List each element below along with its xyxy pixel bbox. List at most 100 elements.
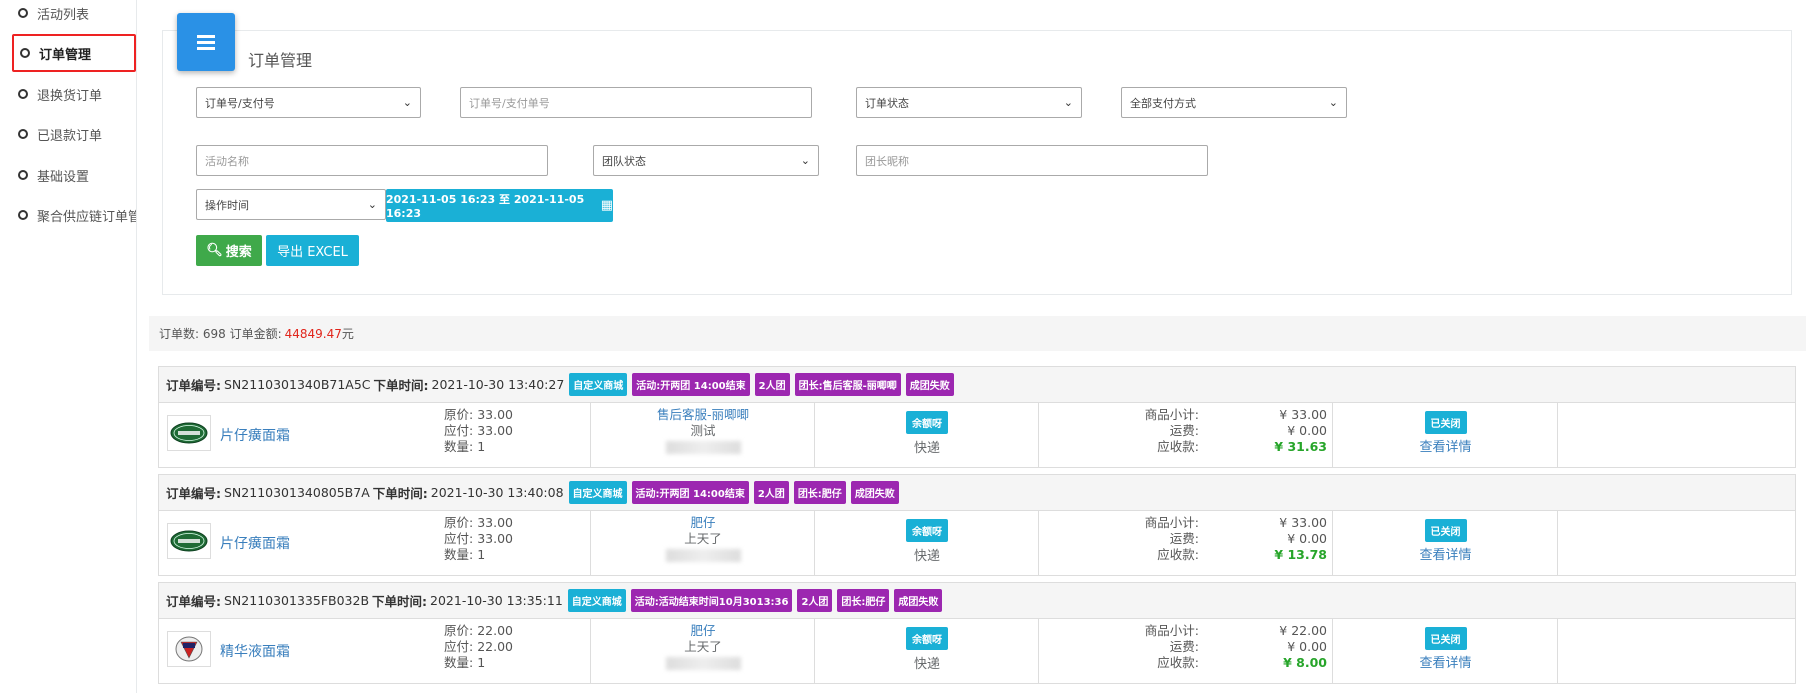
circle-icon — [18, 170, 28, 180]
subtotal-label: 商品小计: — [1144, 623, 1199, 638]
seller-cell: 售后客服-丽唧唧 测试 — [591, 403, 815, 467]
sidebar-item-return-orders[interactable]: 退换货订单 — [12, 75, 136, 113]
payable-label: 应付: — [444, 423, 474, 438]
payment-block: 余额呀 快递 — [815, 411, 1039, 456]
status-cell: 已关闭 查看详情 — [1333, 619, 1558, 683]
sidebar-item-label: 退换货订单 — [37, 88, 103, 104]
land-rover-logo — [167, 415, 211, 451]
time-type-select[interactable]: 操作时间 ⌄ — [196, 189, 386, 220]
sidebar-item-supply-chain[interactable]: 聚合供应链订单管 — [12, 196, 136, 234]
view-detail-link[interactable]: 查看详情 — [1333, 544, 1558, 563]
order-no-type-select[interactable]: 订单号/支付号 ⌄ — [196, 87, 421, 118]
order-status-select[interactable]: 订单状态 ⌄ — [856, 87, 1082, 118]
payment-cell: 余额呀 快递 — [815, 511, 1039, 575]
sidebar-item-basic-settings[interactable]: 基础设置 — [12, 156, 136, 194]
amount-cell: 商品小计: ¥ 33.00 运费: ¥ 0.00 应收款: ¥ 31.63 — [1039, 403, 1333, 467]
sidebar-item-activity-list[interactable]: 活动列表 — [12, 0, 136, 32]
receivable: ¥ 31.63 — [1274, 439, 1327, 454]
qty-label: 数量: — [444, 655, 474, 670]
date-range-picker[interactable]: 2021-11-05 16:23 至 2021-11-05 16:23 ▦ — [386, 189, 613, 222]
activity-name-input[interactable]: 活动名称 — [196, 145, 548, 176]
input-placeholder: 订单号/支付单号 — [469, 96, 550, 110]
order-card: 订单编号: SN2110301340805B7A 下单时间: 2021-10-3… — [158, 474, 1796, 576]
view-detail-link[interactable]: 查看详情 — [1333, 652, 1558, 671]
payment-block: 余额呀 快递 — [815, 519, 1039, 564]
product-name-link[interactable]: 片仔癀面霜 — [220, 533, 290, 553]
orig-price-label: 原价: — [444, 515, 474, 530]
seller-name-link[interactable]: 售后客服-丽唧唧 — [591, 407, 815, 423]
seller-name-link[interactable]: 肥仔 — [591, 515, 815, 531]
order-body: 精华液面霜 原价: 22.00 应付: 22.00 数量: 1 肥仔 上天了 余… — [159, 619, 1795, 683]
main-content: 订单管理 订单号/支付号 ⌄ 订单号/支付单号 订单状态 ⌄ 全部支付方式 ⌄ 活动名… — [137, 0, 1818, 693]
order-body: 片仔癀面霜 原价: 33.00 应付: 33.00 数量: 1 肥仔 上天了 余… — [159, 511, 1795, 575]
subtotal-label: 商品小计: — [1144, 515, 1199, 530]
status-cell: 已关闭 查看详情 — [1333, 511, 1558, 575]
seller-name-link[interactable]: 肥仔 — [591, 623, 815, 639]
qty: 1 — [477, 439, 486, 454]
product-name-link[interactable]: 精华液面霜 — [220, 641, 290, 661]
search-icon: 🔍︎ — [206, 243, 223, 258]
order-header: 订单编号: SN2110301335FB032B 下单时间: 2021-10-3… — [159, 583, 1795, 619]
calendar-icon: ▦ — [600, 198, 613, 213]
payable: 33.00 — [477, 423, 513, 438]
search-button[interactable]: 🔍︎ 搜索 — [196, 235, 262, 266]
summary-unit: 元 — [341, 327, 354, 341]
order-time: 2021-10-30 13:40:08 — [430, 485, 564, 500]
order-time-label: 下单时间: — [372, 486, 428, 501]
order-tag: 2人团 — [754, 373, 790, 396]
chevron-down-icon: ⌄ — [1328, 96, 1338, 109]
circle-icon — [18, 129, 28, 139]
sidebar-item-refunded-orders[interactable]: 已退款订单 — [12, 115, 136, 153]
order-tag: 成团失败 — [905, 373, 954, 396]
qty-label: 数量: — [444, 439, 474, 454]
select-value: 订单状态 — [865, 96, 909, 110]
select-value: 订单号/支付号 — [205, 96, 275, 110]
amount-cell: 商品小计: ¥ 22.00 运费: ¥ 0.00 应收款: ¥ 8.00 — [1039, 619, 1333, 683]
pay-method-badge: 余额呀 — [906, 519, 948, 542]
order-card: 订单编号: SN2110301335FB032B 下单时间: 2021-10-3… — [158, 582, 1796, 684]
receivable: ¥ 8.00 — [1283, 655, 1327, 670]
pay-method-select[interactable]: 全部支付方式 ⌄ — [1121, 87, 1347, 118]
order-time-label: 下单时间: — [372, 594, 428, 609]
seller-cell: 肥仔 上天了 — [591, 619, 815, 683]
status-badge: 已关闭 — [1424, 519, 1467, 542]
delivery-method: 快递 — [913, 441, 940, 456]
seller-note: 测试 — [690, 423, 716, 438]
menu-icon[interactable] — [177, 13, 235, 71]
product-name-link[interactable]: 片仔癀面霜 — [220, 425, 290, 445]
status-badge: 已关闭 — [1424, 627, 1467, 650]
shipping-label: 运费: — [1169, 531, 1199, 546]
team-status-select[interactable]: 团队状态 ⌄ — [593, 145, 819, 176]
payable-label: 应付: — [444, 639, 474, 654]
view-detail-link[interactable]: 查看详情 — [1333, 436, 1558, 455]
seller-note: 上天了 — [684, 531, 722, 546]
price-block: 原价: 33.00 应付: 33.00 数量: 1 — [444, 407, 513, 455]
status-block: 已关闭 查看详情 — [1333, 627, 1558, 671]
page-title: 订单管理 — [248, 51, 313, 70]
order-no-label: 订单编号: — [166, 594, 221, 609]
select-value: 团队状态 — [602, 154, 646, 168]
orig-price-label: 原价: — [444, 407, 474, 422]
sidebar-item-order-management[interactable]: 订单管理 — [12, 34, 136, 72]
orig-price: 22.00 — [477, 623, 513, 638]
export-excel-button[interactable]: 导出 EXCEL — [266, 235, 359, 266]
shipping: ¥ 0.00 — [1287, 639, 1327, 654]
redacted-phone — [665, 441, 741, 454]
leader-name-input[interactable]: 团长昵称 — [856, 145, 1208, 176]
seller-block: 肥仔 上天了 — [591, 515, 815, 566]
subtotal: ¥ 22.00 — [1279, 623, 1327, 638]
seller-block: 肥仔 上天了 — [591, 623, 815, 674]
pay-method-badge: 余额呀 — [906, 411, 948, 434]
receivable-label: 应收款: — [1157, 655, 1199, 670]
shipping-label: 运费: — [1169, 423, 1199, 438]
order-no-input[interactable]: 订单号/支付单号 — [460, 87, 812, 118]
orig-price-label: 原价: — [444, 623, 474, 638]
redacted-phone — [665, 549, 741, 562]
order-tag: 团长:肥仔 — [837, 589, 890, 612]
price-block: 原价: 22.00 应付: 22.00 数量: 1 — [444, 623, 513, 671]
payable: 22.00 — [477, 639, 513, 654]
circle-icon — [18, 89, 28, 99]
order-time: 2021-10-30 13:35:11 — [430, 593, 563, 608]
order-header: 订单编号: SN2110301340B71A5C 下单时间: 2021-10-3… — [159, 367, 1795, 403]
delivery-method: 快递 — [913, 549, 940, 564]
